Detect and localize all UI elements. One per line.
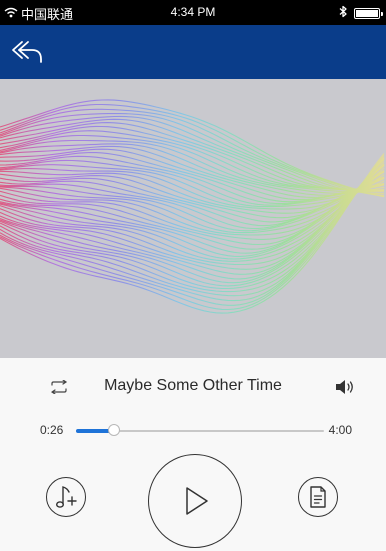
add-to-playlist-button[interactable]: [46, 477, 86, 517]
elapsed-time: 0:26: [40, 423, 64, 437]
spectrum-wave-art: [0, 99, 385, 314]
progress-thumb[interactable]: [108, 424, 121, 436]
battery-level: [356, 9, 378, 17]
track-title: Maybe Some Other Time: [104, 377, 282, 394]
player-controls: Maybe Some Other Time 0:26 4:00: [0, 358, 386, 551]
volume-button[interactable]: [334, 378, 356, 396]
music-note-add-icon: [56, 486, 77, 508]
album-artwork: [0, 79, 386, 358]
play-button[interactable]: [148, 454, 242, 548]
speaker-icon: [336, 380, 353, 394]
battery-icon: [354, 7, 383, 19]
progress-slider[interactable]: [76, 424, 324, 436]
nav-bar: [0, 25, 386, 79]
status-bar: 中国联通 4:34 PM: [0, 0, 386, 25]
bluetooth-icon: [339, 5, 348, 21]
wave-line: [0, 170, 385, 254]
status-time: 4:34 PM: [170, 5, 216, 19]
lyrics-button[interactable]: [298, 477, 338, 517]
document-icon: [310, 486, 326, 508]
back-arrow-icon: [12, 41, 42, 63]
back-button[interactable]: [10, 36, 46, 68]
status-right: [339, 5, 383, 21]
play-icon: [186, 487, 208, 515]
total-time: 4:00: [328, 423, 352, 437]
